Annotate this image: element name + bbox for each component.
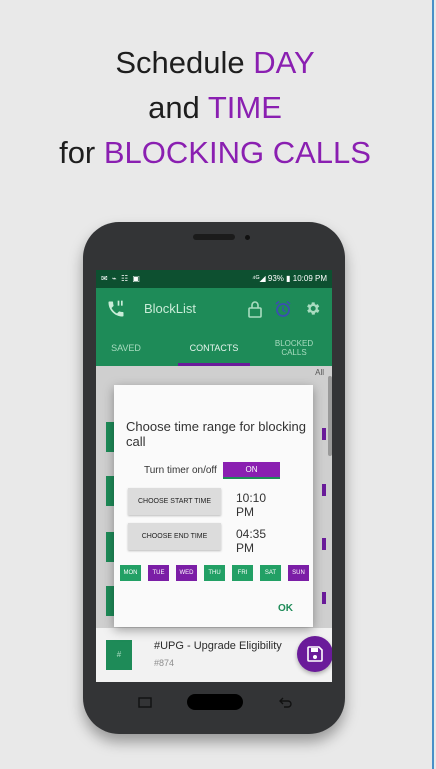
list-item-avatar: # [106,640,132,670]
list-scrollbar[interactable] [328,376,332,456]
save-icon [307,646,323,662]
list-item-marker [322,428,326,440]
choose-end-time-button[interactable]: CHOOSE END TIME [128,523,221,550]
tab-blocked-calls[interactable]: BLOCKED CALLS [266,330,322,366]
phone-icon [108,300,124,317]
list-item-marker [322,592,326,604]
phone-camera [245,235,250,240]
save-fab-button[interactable] [297,636,332,672]
list-item-title: #UPG - Upgrade Eligibility [154,640,282,652]
headline-line-3-text: for [59,135,104,170]
lock-icon[interactable] [247,300,263,318]
day-toggle-sun[interactable]: SUN [288,565,309,581]
choose-start-time-button[interactable]: CHOOSE START TIME [128,488,221,515]
list-item-subtitle: #874 [154,658,175,668]
tab-bar: SAVED CONTACTS BLOCKED CALLS [96,330,332,366]
day-toggle-thu[interactable]: THU [204,565,225,581]
headline-accent-blocking-calls: BLOCKING CALLS [103,135,371,170]
tab-saved[interactable]: SAVED [106,330,146,366]
day-toggle-fri[interactable]: FRI [232,565,253,581]
recent-apps-icon[interactable] [138,697,152,708]
android-nav-bar [133,688,303,718]
status-right-info: ⁴ᴳ◢ 93% ▮ 10:09 PM [252,274,327,283]
list-item-marker [322,484,326,496]
home-button[interactable] [187,694,243,710]
promo-headline: Schedule DAY and TIME for BLOCKING CALLS [0,40,430,175]
headline-accent-time: TIME [207,90,282,125]
day-toggle-sat[interactable]: SAT [260,565,281,581]
gear-icon[interactable] [304,300,321,317]
time-range-dialog: Choose time range for blocking call Turn… [114,385,313,627]
headline-line-2-text: and [148,90,208,125]
status-notification-icons: ✉ ⌁ ☷ ▣ [101,274,141,283]
timer-toggle-label: Turn timer on/off [144,465,217,476]
headline-line-3: for BLOCKING CALLS [0,130,430,175]
end-time-value: 04:35 PM [236,527,267,555]
app-title: BlockList [144,301,197,316]
status-bar: ✉ ⌁ ☷ ▣ ⁴ᴳ◢ 93% ▮ 10:09 PM [96,270,332,288]
alarm-icon[interactable] [274,300,292,318]
day-selector: MON TUE WED THU FRI SAT SUN [120,565,309,583]
back-icon[interactable] [278,697,292,708]
filter-all-label[interactable]: All [315,368,324,377]
day-toggle-mon[interactable]: MON [120,565,141,581]
headline-line-2: and TIME [0,85,430,130]
dialog-title: Choose time range for blocking call [126,419,306,449]
ok-button[interactable]: OK [278,603,293,614]
phone-speaker [193,234,235,240]
day-toggle-wed[interactable]: WED [176,565,197,581]
headline-accent-day: DAY [253,45,315,80]
headline-line-1-text: Schedule [115,45,254,80]
app-bar: BlockList [96,288,332,330]
timer-toggle-button[interactable]: ON [223,462,280,479]
day-toggle-tue[interactable]: TUE [148,565,169,581]
tab-contacts[interactable]: CONTACTS [178,330,250,366]
list-item-marker [322,538,326,550]
headline-line-1: Schedule DAY [0,40,430,85]
page-edge-line [432,0,434,769]
start-time-value: 10:10 PM [236,491,267,519]
